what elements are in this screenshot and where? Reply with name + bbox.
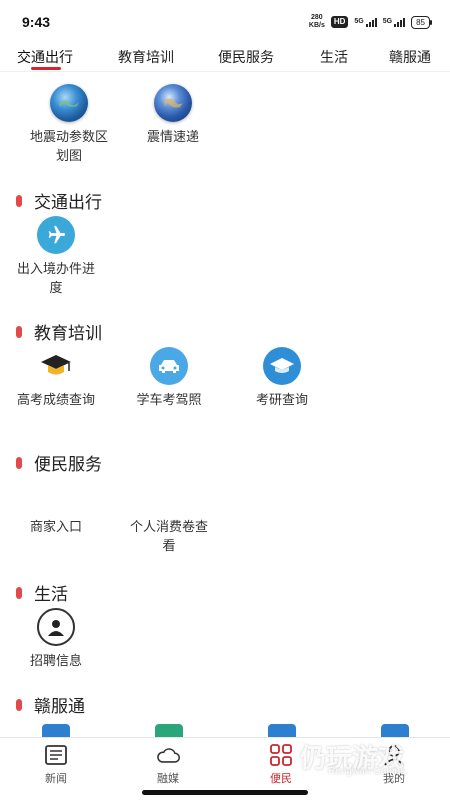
item-label: 高考成绩查询 (16, 392, 95, 407)
car-icon (150, 347, 188, 385)
signal-icon: 5G (354, 17, 377, 27)
globe-icon (50, 84, 88, 122)
tab-gft[interactable]: 赣服通 (389, 47, 431, 67)
status-bar: 9:43 280 KB/s HD 5G 5G 85 (0, 0, 450, 40)
gft-item-peek-icon[interactable] (268, 724, 296, 738)
battery-icon: 85 (411, 15, 432, 29)
section-bar (16, 456, 22, 469)
item-exit-entry-progress[interactable]: 出入境办件进度 (1, 216, 111, 297)
item-driving-license[interactable]: 学车考驾照 (114, 347, 224, 409)
news-icon (43, 742, 69, 768)
item-quake-news[interactable]: 震情速递 (118, 84, 228, 146)
grid-icon (268, 742, 294, 768)
recruit-icon (37, 608, 75, 646)
nav-media[interactable]: 融媒 (133, 742, 203, 786)
airplane-icon (37, 216, 75, 254)
network-speed: 280 KB/s (308, 14, 325, 29)
nav-service[interactable]: 便民 (246, 742, 316, 786)
item-label: 地震动参数区划图 (29, 129, 108, 163)
nav-mine[interactable]: 我的 (359, 742, 429, 786)
status-icons: 280 KB/s HD 5G 5G 85 (308, 14, 432, 30)
section-title-education: 教育培训 (16, 319, 102, 344)
gft-item-peek-icon[interactable] (42, 724, 70, 738)
earth-icon (154, 84, 192, 122)
item-label: 出入境办件进度 (16, 261, 95, 295)
item-label: 考研查询 (255, 392, 308, 407)
item-postgrad-query[interactable]: 考研查询 (227, 347, 337, 409)
section-title-transport: 交通出行 (16, 188, 102, 213)
cloud-icon (155, 742, 181, 768)
tab-transport[interactable]: 交通出行 (17, 47, 73, 67)
category-tabs: 交通出行 教育培训 便民服务 生活 赣服通 (0, 40, 450, 72)
status-time: 9:43 (22, 14, 51, 30)
item-label: 震情速递 (146, 129, 199, 144)
gft-item-peek-icon[interactable] (381, 724, 409, 738)
item-gaokao-score[interactable]: 高考成绩查询 (1, 347, 111, 409)
item-label: 个人消费卷查看 (129, 519, 208, 553)
active-tab-indicator (31, 67, 61, 70)
section-bar (16, 698, 22, 711)
signal-icon-2: 5G (383, 17, 406, 27)
section-bar (16, 586, 22, 599)
item-label: 商家入口 (29, 519, 82, 534)
item-recruitment[interactable]: 招聘信息 (1, 608, 111, 670)
section-bar (16, 325, 22, 338)
hd-badge: HD (330, 16, 349, 28)
gft-item-peek-icon[interactable] (155, 724, 183, 738)
section-title-gft: 赣服通 (16, 692, 85, 717)
item-label: 学车考驾照 (136, 392, 202, 407)
person-icon (381, 742, 407, 768)
section-bar (16, 194, 22, 207)
item-label: 招聘信息 (29, 653, 82, 668)
item-seismic-zoning[interactable]: 地震动参数区划图 (14, 84, 124, 165)
tab-life[interactable]: 生活 (320, 47, 348, 67)
home-indicator[interactable] (142, 790, 308, 795)
nav-news[interactable]: 新闻 (21, 742, 91, 786)
section-title-service: 便民服务 (16, 450, 102, 475)
tab-service[interactable]: 便民服务 (218, 47, 274, 67)
item-consumer-voucher[interactable]: 个人消费卷查看 (114, 512, 224, 555)
graduation-cap-icon (37, 347, 75, 385)
item-merchant-entry[interactable]: 商家入口 (1, 512, 111, 536)
section-title-life: 生活 (16, 580, 68, 605)
tab-education[interactable]: 教育培训 (118, 47, 174, 67)
postgrad-cap-icon (263, 347, 301, 385)
